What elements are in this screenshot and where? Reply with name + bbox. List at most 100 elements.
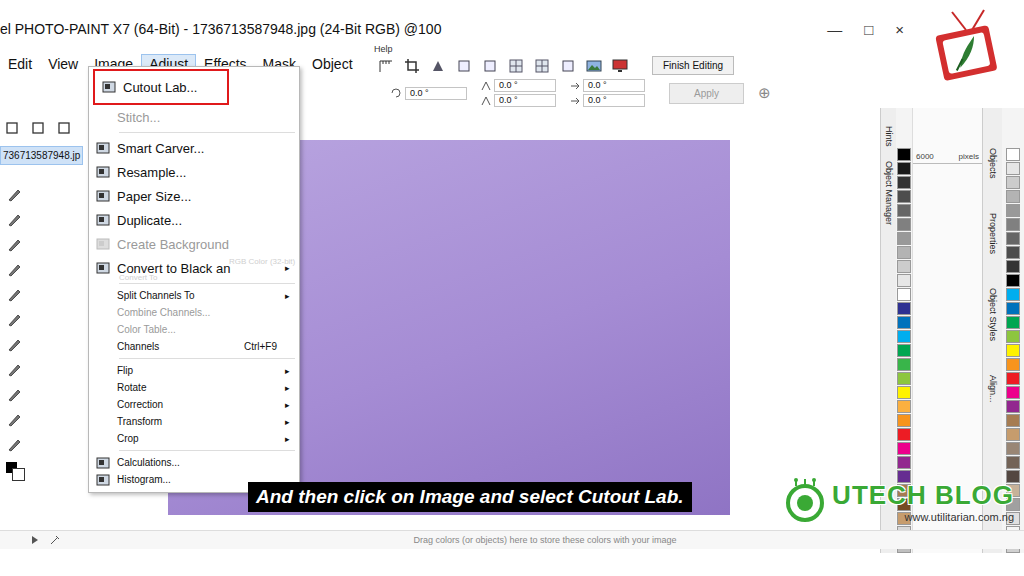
pen-icon[interactable]: [56, 120, 72, 136]
color-swatch[interactable]: [897, 400, 911, 413]
play-icon[interactable]: [30, 535, 40, 545]
color-swatch[interactable]: [897, 456, 911, 469]
color-swatch[interactable]: [897, 316, 911, 329]
crop-icon[interactable]: [404, 58, 420, 74]
color-swatch[interactable]: [897, 190, 911, 203]
color-swatch[interactable]: [1006, 358, 1020, 371]
color-swatch[interactable]: [897, 260, 911, 273]
skew-field[interactable]: 0.0 °: [494, 79, 556, 92]
image-menu-item[interactable]: Calculations...: [89, 454, 299, 471]
box-icon[interactable]: [482, 58, 498, 74]
image-menu-item[interactable]: Create Background: [89, 232, 299, 256]
image-menu-item[interactable]: Combine Channels...: [89, 304, 299, 321]
skew-field[interactable]: 0.0 °: [494, 94, 556, 107]
color-swatch-icon[interactable]: [6, 462, 24, 480]
image-menu-item[interactable]: Split Channels To ▸: [89, 287, 299, 304]
color-swatch[interactable]: [1006, 442, 1020, 455]
menu-item[interactable]: View: [40, 54, 86, 74]
help-menu[interactable]: Help: [374, 44, 734, 54]
grid-icon[interactable]: [508, 58, 524, 74]
color-swatch[interactable]: [1006, 302, 1020, 315]
color-swatch[interactable]: [1006, 260, 1020, 273]
color-swatch[interactable]: [897, 302, 911, 315]
docker-tab[interactable]: Properties: [988, 213, 998, 254]
monitor-icon[interactable]: [612, 58, 628, 74]
fillcolor-icon[interactable]: [6, 412, 22, 428]
color-swatch[interactable]: [1006, 204, 1020, 217]
image-menu-item[interactable]: Resample...: [89, 160, 299, 184]
color-swatch[interactable]: [1006, 400, 1020, 413]
image-menu-item[interactable]: Color Table...: [89, 321, 299, 338]
docker-tab[interactable]: Object Manager: [884, 161, 894, 225]
document-tab[interactable]: 736713587948.jp: [0, 146, 83, 165]
color-swatch[interactable]: [897, 358, 911, 371]
image-menu-item[interactable]: Transform ▸: [89, 413, 299, 430]
image-menu-item[interactable]: Cutout Lab...: [93, 69, 229, 105]
fill-icon[interactable]: [6, 312, 22, 328]
dropper-icon[interactable]: [50, 535, 60, 545]
rotate-icon[interactable]: [4, 120, 20, 136]
docker-tab[interactable]: Align...: [988, 375, 998, 403]
color-swatch[interactable]: [1006, 372, 1020, 385]
grid-icon[interactable]: [534, 58, 550, 74]
ruler-icon[interactable]: [378, 58, 394, 74]
color-swatch[interactable]: [1006, 414, 1020, 427]
color-swatch[interactable]: [1006, 246, 1020, 259]
stamp-icon[interactable]: [6, 337, 22, 353]
color-swatch[interactable]: [1006, 288, 1020, 301]
color-swatch[interactable]: [1006, 386, 1020, 399]
color-swatch[interactable]: [1006, 456, 1020, 469]
image-menu-item[interactable]: Flip ▸: [89, 362, 299, 379]
dropper-icon[interactable]: [6, 362, 22, 378]
image-menu-item[interactable]: Paper Size...: [89, 184, 299, 208]
rect-icon[interactable]: [6, 287, 22, 303]
docker-tab[interactable]: Hints: [884, 126, 894, 147]
image-menu-item[interactable]: Stitch...: [89, 105, 299, 129]
window-control-button[interactable]: —: [825, 21, 844, 38]
stamp-icon[interactable]: [430, 58, 446, 74]
color-swatch[interactable]: [897, 414, 911, 427]
color-swatch[interactable]: [897, 148, 911, 161]
color-swatch[interactable]: [897, 246, 911, 259]
angle-field[interactable]: 0.0 °: [405, 87, 467, 100]
color-swatch[interactable]: [897, 162, 911, 175]
docker-tab[interactable]: Object Styles: [988, 288, 998, 341]
image-menu-item[interactable]: Correction ▸: [89, 396, 299, 413]
grid-icon[interactable]: [30, 120, 46, 136]
color-swatch[interactable]: [1006, 190, 1020, 203]
color-swatch[interactable]: [1006, 162, 1020, 175]
image-menu-item[interactable]: Smart Carver...: [89, 136, 299, 160]
image-menu-item[interactable]: Crop ▸: [89, 430, 299, 447]
color-swatch[interactable]: [1006, 218, 1020, 231]
color-swatch[interactable]: [897, 386, 911, 399]
color-swatch[interactable]: [897, 274, 911, 287]
text-icon[interactable]: [6, 237, 22, 253]
color-swatch[interactable]: [1006, 176, 1020, 189]
zoom-icon[interactable]: [6, 437, 22, 453]
finish-editing-button[interactable]: Finish Editing: [652, 56, 734, 75]
color-swatch[interactable]: [1006, 316, 1020, 329]
image-icon[interactable]: [586, 58, 602, 74]
eraser-icon[interactable]: [6, 212, 22, 228]
add-button[interactable]: ⊕: [758, 84, 771, 102]
color-swatch[interactable]: [897, 288, 911, 301]
image-menu-item[interactable]: Duplicate...: [89, 208, 299, 232]
bucket-icon[interactable]: [6, 387, 22, 403]
brush-icon[interactable]: [6, 187, 22, 203]
color-swatch[interactable]: [1006, 428, 1020, 441]
color-swatch[interactable]: [1006, 232, 1020, 245]
color-swatch[interactable]: [897, 204, 911, 217]
box-icon[interactable]: [456, 58, 472, 74]
color-swatch[interactable]: [897, 330, 911, 343]
color-swatch[interactable]: [897, 428, 911, 441]
color-swatch[interactable]: [897, 442, 911, 455]
color-swatch[interactable]: [1006, 274, 1020, 287]
menu-item[interactable]: Object: [304, 54, 360, 74]
color-swatch[interactable]: [897, 232, 911, 245]
color-swatch[interactable]: [897, 218, 911, 231]
image-menu-item[interactable]: Rotate ▸: [89, 379, 299, 396]
size-field[interactable]: 0.0 °: [583, 94, 645, 107]
image-menu-item[interactable]: Channels Ctrl+F9: [89, 338, 299, 355]
window-control-button[interactable]: ×: [893, 21, 906, 38]
smudge-icon[interactable]: [6, 262, 22, 278]
